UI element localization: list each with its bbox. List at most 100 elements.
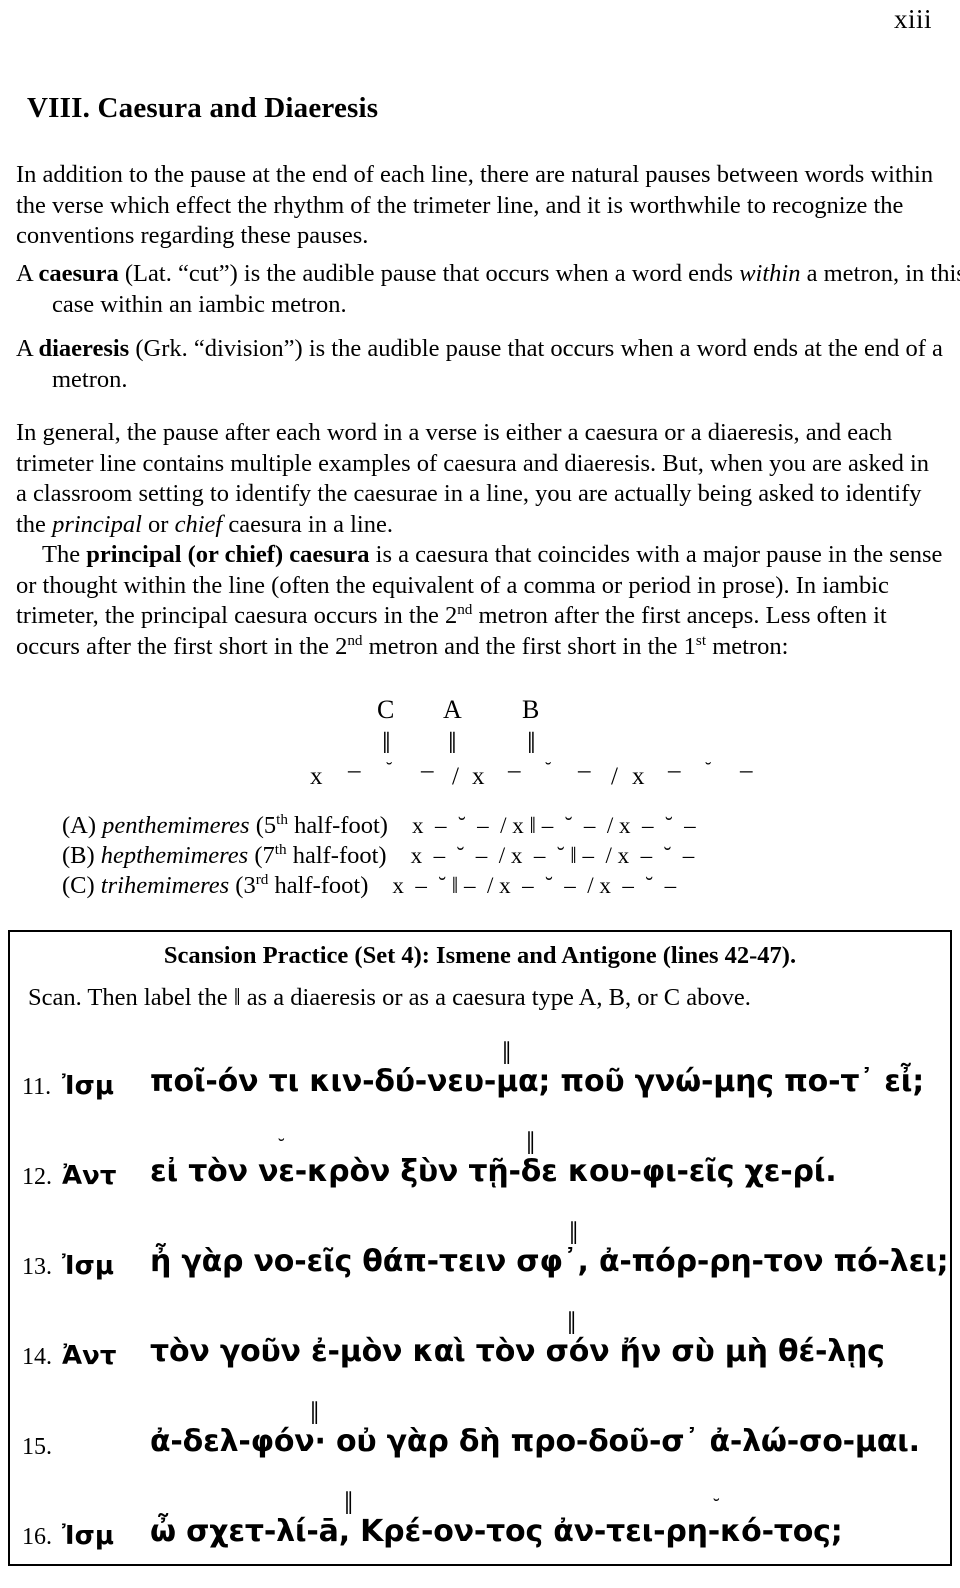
line-number: 14. bbox=[22, 1344, 52, 1370]
diaeresis-term: diaeresis bbox=[38, 335, 130, 362]
breve-mark: ˘ bbox=[278, 1135, 285, 1157]
diaeresis-def-post: (Grk. “division”) is the audible pause t… bbox=[52, 335, 943, 393]
scansion-practice-box: Scansion Practice (Set 4): Ismene and An… bbox=[8, 930, 952, 1566]
speaker-label: Ἀντ bbox=[62, 1341, 117, 1371]
double-bar-mark: ‖ bbox=[502, 1036, 511, 1072]
intro-paragraph: In addition to the pause at the end of e… bbox=[16, 160, 944, 252]
scheme-double-bar-2: ‖ bbox=[527, 725, 536, 760]
scheme-long-8: – bbox=[578, 757, 591, 784]
caesura-type-name: penthemimeres bbox=[102, 812, 250, 839]
scheme-short-7: ˘ bbox=[545, 759, 552, 780]
line-number: 12. bbox=[22, 1164, 52, 1190]
caesura-type-name: hepthemimeres bbox=[100, 842, 249, 869]
caesura-type-paren-close: half-foot) bbox=[268, 872, 369, 899]
caesura-type-paren-open: (7 bbox=[248, 842, 275, 869]
principal-term: principal (or chief) caesura bbox=[86, 541, 370, 568]
greek-verse-text: ἦ γὰρ νο-εῖς θάπ-τειν σφ᾿, ἀ-πόρ-ρη-τον … bbox=[150, 1244, 949, 1279]
caesura-type-pattern: x – ˘ – / x – ˘ ‖ – / x – ˘ – bbox=[410, 843, 695, 868]
scheme-divider-4: / bbox=[452, 763, 459, 790]
caesura-term: caesura bbox=[38, 260, 119, 287]
scheme-anceps-0: x bbox=[310, 763, 323, 790]
greek-verse-text: ἀ-δελ-φόν· οὐ γὰρ δὴ προ-δοῦ-σ᾿ ἀ-λώ-σο-… bbox=[150, 1424, 920, 1459]
ordinal-nd-2: nd bbox=[347, 631, 363, 649]
scheme-long-13: – bbox=[740, 757, 753, 784]
line-number: 15. bbox=[22, 1434, 52, 1460]
diaeresis-def-pre: A bbox=[16, 335, 39, 362]
scheme-long-3: – bbox=[421, 757, 434, 784]
ordinal-nd-1: nd bbox=[457, 600, 473, 618]
greek-line-12: 12. Ἀντ εἰ τὸν νε-κρὸν ξὺν τῇ-δε κου-φι-εῖ… bbox=[10, 1128, 954, 1228]
caesura-type-pattern: x – ˘ – / x ‖ – ˘ – / x – ˘ – bbox=[411, 813, 696, 838]
line-number: 16. bbox=[22, 1524, 52, 1550]
principal-text-4: metron: bbox=[706, 632, 789, 660]
greek-line-13: 13. Ἰσμ ἦ γὰρ νο-εῖς θάπ-τειν σφ᾿, ἀ-πόρ-ρ… bbox=[10, 1218, 954, 1318]
page-title: VIII. Caesura and Diaeresis bbox=[27, 92, 379, 124]
caesura-type-ordinal: th bbox=[274, 840, 287, 858]
double-bar-icon: ‖ bbox=[233, 984, 241, 1011]
caesura-type-paren-close: half-foot) bbox=[286, 842, 387, 869]
practice-title: Scansion Practice (Set 4): Ismene and An… bbox=[163, 942, 797, 969]
greek-line-16: 16. Ἰσμ ὦ σχετ-λί-ā, Κρέ-ον-τος ἀν-τει-ρη-… bbox=[10, 1488, 954, 1588]
caesura-type-row-0: (A) penthemimeres (5th half-foot) x – ˘ –… bbox=[62, 812, 696, 840]
instructions-post: as a diaeresis or as a caesura type A, B… bbox=[240, 984, 751, 1011]
breve-mark: ˘ bbox=[713, 1495, 720, 1517]
caesura-type-row-1: (B) hepthemimeres (7th half-foot) x – ˘ –… bbox=[62, 842, 694, 870]
principal-pre: The bbox=[42, 541, 87, 568]
greek-line-11: 11. Ἰσμ ποῖ-όν τι κιν-δύ-νευ-μα; ποῦ γνώ-μ… bbox=[10, 1038, 954, 1138]
caesura-type-pattern: x – ˘ ‖ – / x – ˘ – / x – ˘ – bbox=[392, 873, 677, 898]
scheme-short-12: ˘ bbox=[705, 759, 712, 780]
speaker-label: Ἰσμ bbox=[62, 1071, 114, 1101]
caesura-type-row-2: (C) trihemimeres (3rd half-foot) x – ˘ ‖ … bbox=[62, 872, 676, 900]
scheme-anceps-5: x bbox=[472, 763, 485, 790]
double-bar-mark: ‖ bbox=[344, 1486, 353, 1522]
scheme-divider-9: / bbox=[611, 763, 618, 790]
caesura-definition: A caesura (Lat. “cut”) is the audible pa… bbox=[16, 259, 960, 320]
general-text-2: or bbox=[141, 510, 175, 538]
speaker-label: Ἰσμ bbox=[62, 1521, 114, 1551]
greek-line-15: 15. ἀ-δελ-φόν· οὐ γὰρ δὴ προ-δοῦ-σ᾿ ἀ-λώ-… bbox=[10, 1398, 954, 1498]
speaker-label: Ἀντ bbox=[62, 1161, 117, 1191]
practice-instructions: Scan. Then label the ‖ as a diaeresis or… bbox=[28, 984, 751, 1012]
scheme-anceps-10: x bbox=[632, 763, 645, 790]
double-bar-mark: ‖ bbox=[526, 1126, 535, 1162]
scheme-double-bar-1: ‖ bbox=[448, 725, 457, 760]
intro-text: In addition to the pause at the end of e… bbox=[16, 161, 934, 249]
scheme-long-11: – bbox=[668, 757, 681, 784]
greek-verse-text: τὸν γοῦν ἐ-μὸν καὶ τὸν σόν ἤν σὺ μὴ θέ-λ… bbox=[150, 1334, 885, 1369]
caesura-def-pre: A bbox=[16, 260, 39, 287]
page-number: xiii bbox=[893, 4, 932, 34]
caesura-type-paren-close: half-foot) bbox=[287, 812, 388, 839]
scheme-long-6: – bbox=[508, 757, 521, 784]
line-number: 13. bbox=[22, 1254, 52, 1280]
caesura-type-name: trihemimeres bbox=[100, 872, 230, 899]
greek-verse-text: εἰ τὸν νε-κρὸν ξὺν τῇ-δε κου-φι-εῖς χε-ρ… bbox=[150, 1154, 837, 1189]
double-bar-mark: ‖ bbox=[567, 1306, 576, 1342]
principal-text-3: metron and the first short in the 1 bbox=[362, 632, 696, 660]
caesura-type-ordinal: th bbox=[276, 810, 288, 828]
caesura-label-c: C bbox=[377, 695, 395, 724]
double-bar-mark: ‖ bbox=[310, 1396, 319, 1432]
line-number: 11. bbox=[22, 1074, 52, 1100]
caesura-label-a: A bbox=[443, 695, 462, 724]
scheme-long-1: – bbox=[348, 757, 361, 784]
double-bar-mark: ‖ bbox=[569, 1216, 578, 1252]
caesura-label-b: B bbox=[522, 695, 540, 724]
caesura-def-italic: within bbox=[739, 260, 801, 287]
general-paragraph: In general, the pause after each word in… bbox=[16, 418, 944, 540]
caesura-type-paren-open: (3 bbox=[229, 872, 256, 899]
caesura-def-mid: (Lat. “cut”) is the audible pause that o… bbox=[118, 260, 740, 287]
principal-caesura-paragraph: The principal (or chief) caesura is a ca… bbox=[16, 540, 944, 662]
general-text-3: caesura in a line. bbox=[222, 510, 393, 538]
caesura-type-marker: (B) bbox=[62, 842, 101, 869]
speaker-label: Ἰσμ bbox=[62, 1251, 114, 1281]
general-italic-principal: principal bbox=[52, 510, 142, 538]
instructions-pre: Scan. Then label the bbox=[28, 984, 234, 1011]
caesura-type-ordinal: rd bbox=[255, 870, 269, 888]
caesura-type-paren-open: (5 bbox=[249, 812, 277, 839]
general-italic-chief: chief bbox=[174, 510, 223, 538]
caesura-type-marker: (C) bbox=[62, 872, 101, 899]
greek-line-14: 14. Ἀντ τὸν γοῦν ἐ-μὸν καὶ τὸν σόν ἤν σὺ μ… bbox=[10, 1308, 954, 1408]
greek-verse-text: ὦ σχετ-λί-ā, Κρέ-ον-τος ἀν-τει-ρη-κό-τος… bbox=[150, 1514, 843, 1549]
scheme-double-bar-0: ‖ bbox=[382, 725, 391, 760]
ordinal-st: st bbox=[695, 631, 707, 649]
